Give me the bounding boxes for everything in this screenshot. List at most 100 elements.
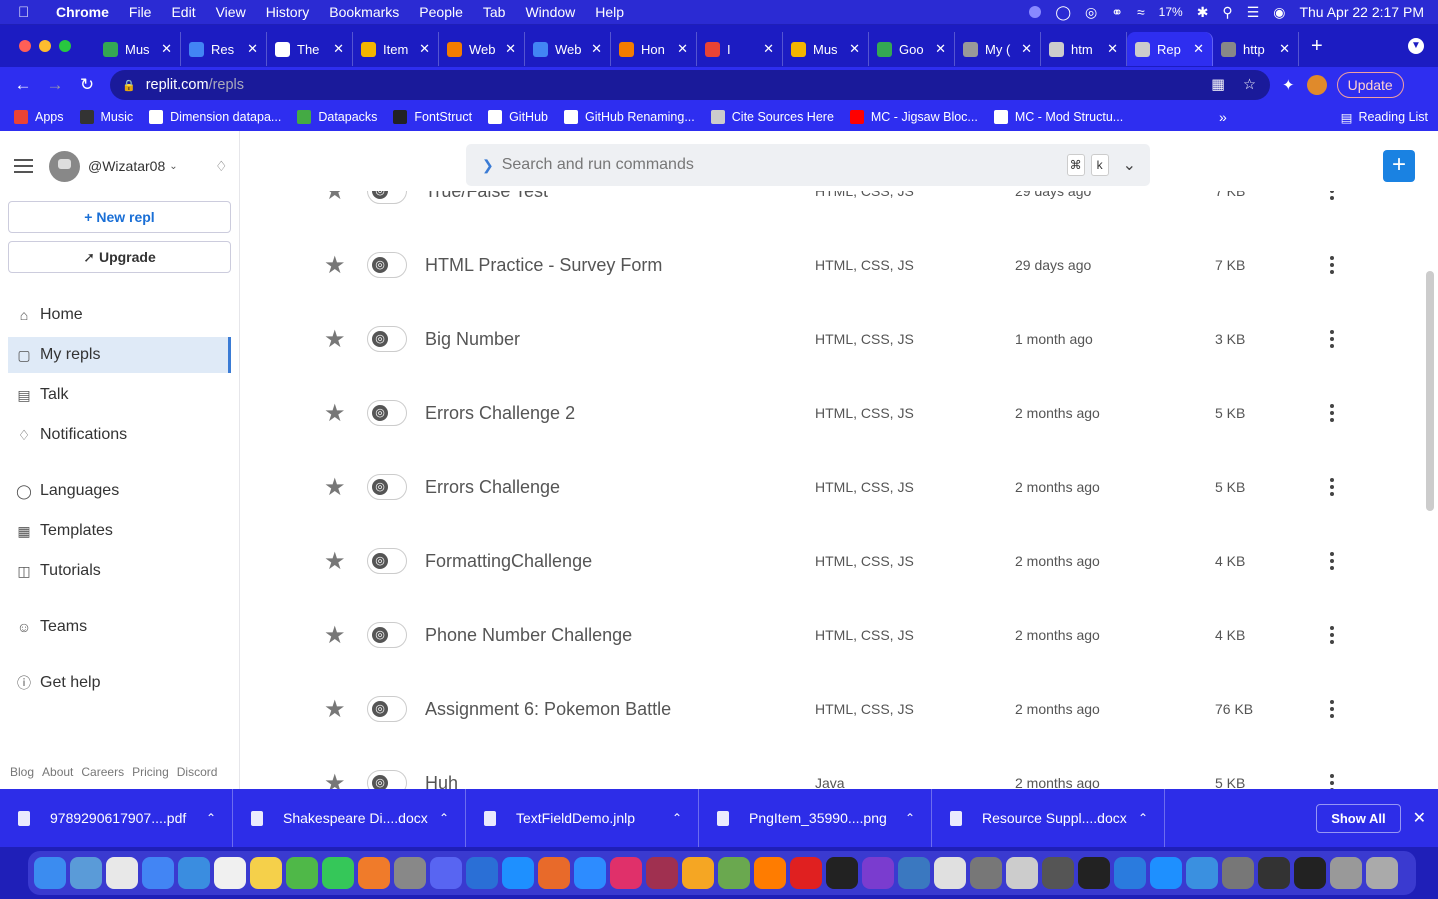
tab-9[interactable]: Goo ✕ bbox=[869, 32, 955, 66]
repl-row[interactable]: ★ ◎ True/False Test HTML, CSS, JS 29 days ag… bbox=[240, 191, 1420, 228]
sidebar-item-get-help[interactable]: ⓘ Get help bbox=[8, 665, 231, 701]
dock-app-icon[interactable] bbox=[394, 857, 426, 889]
new-repl-button[interactable]: + New repl bbox=[8, 201, 231, 233]
dock-app-icon[interactable] bbox=[106, 857, 138, 889]
dock-app-icon[interactable] bbox=[1042, 857, 1074, 889]
dock-app-icon[interactable] bbox=[538, 857, 570, 889]
repl-row[interactable]: ★ ◎ Errors Challenge HTML, CSS, JS 2 months … bbox=[240, 450, 1420, 524]
qr-code-icon[interactable]: ▦ bbox=[1211, 77, 1225, 93]
sidebar-item-tutorials[interactable]: ◫ Tutorials bbox=[8, 553, 231, 589]
privacy-toggle[interactable]: ◎ bbox=[367, 400, 407, 426]
bookmark-4[interactable]: FontStruct bbox=[393, 110, 472, 124]
repl-row[interactable]: ★ ◎ Assignment 6: Pokemon Battle HTML, CSS,… bbox=[240, 672, 1420, 746]
avatar[interactable] bbox=[49, 150, 80, 182]
dock-app-icon[interactable] bbox=[502, 857, 534, 889]
sidebar-item-home[interactable]: ⌂ Home bbox=[8, 297, 231, 333]
more-options-icon[interactable] bbox=[1330, 700, 1336, 718]
tab-13[interactable]: http ✕ bbox=[1213, 32, 1299, 66]
star-icon[interactable]: ★ bbox=[324, 191, 346, 206]
creative-cloud-icon[interactable]: ◯ bbox=[1055, 4, 1071, 21]
star-icon[interactable]: ★ bbox=[324, 251, 346, 280]
repl-name[interactable]: Assignment 6: Pokemon Battle bbox=[425, 699, 671, 720]
dock-app-icon[interactable] bbox=[34, 857, 66, 889]
reading-list-button[interactable]: ▤ Reading List bbox=[1341, 110, 1428, 125]
footer-link-pricing[interactable]: Pricing bbox=[132, 765, 169, 779]
dock-app-icon[interactable] bbox=[718, 857, 750, 889]
dock-app-icon[interactable] bbox=[1150, 857, 1182, 889]
sidebar-item-my-repls[interactable]: ▢ My repls bbox=[8, 337, 231, 373]
close-tab-icon[interactable]: ✕ bbox=[161, 41, 172, 57]
bookmark-2[interactable]: Dimension datapa... bbox=[149, 110, 281, 124]
close-tab-icon[interactable]: ✕ bbox=[1279, 41, 1290, 57]
menu-bookmarks[interactable]: Bookmarks bbox=[329, 4, 399, 20]
bookmark-7[interactable]: Cite Sources Here bbox=[710, 110, 834, 124]
dock-app-icon[interactable] bbox=[1366, 857, 1398, 889]
repl-row[interactable]: ★ ◎ HTML Practice - Survey Form HTML, CSS, … bbox=[240, 228, 1420, 302]
repl-row[interactable]: ★ ◎ FormattingChallenge HTML, CSS, JS 2 mont… bbox=[240, 524, 1420, 598]
star-icon[interactable]: ★ bbox=[324, 399, 346, 428]
bookmark-0[interactable]: Apps bbox=[14, 110, 64, 124]
download-item[interactable]: Shakespeare Di....docx ⌃ bbox=[233, 789, 466, 847]
star-icon[interactable]: ★ bbox=[324, 325, 346, 354]
username[interactable]: @Wizatar08 bbox=[88, 158, 165, 174]
reload-icon[interactable]: ↻ bbox=[78, 75, 96, 95]
menu-history[interactable]: History bbox=[266, 4, 310, 20]
dock-app-icon[interactable] bbox=[610, 857, 642, 889]
bookmark-1[interactable]: Music bbox=[79, 110, 133, 124]
more-options-icon[interactable] bbox=[1330, 626, 1336, 644]
more-bookmarks-icon[interactable]: » bbox=[1219, 109, 1227, 125]
tab-11[interactable]: htm ✕ bbox=[1041, 32, 1127, 66]
menu-tab[interactable]: Tab bbox=[483, 4, 506, 20]
menu-app-name[interactable]: Chrome bbox=[56, 4, 109, 20]
wifi-icon[interactable]: ≈ bbox=[1137, 4, 1145, 20]
address-bar[interactable]: 🔒 replit.com/repls ▦ ☆ bbox=[110, 70, 1270, 100]
privacy-toggle[interactable]: ◎ bbox=[367, 191, 407, 204]
new-tab-button[interactable]: + bbox=[1311, 35, 1323, 58]
dock-app-icon[interactable] bbox=[1006, 857, 1038, 889]
dock-app-icon[interactable] bbox=[358, 857, 390, 889]
more-options-icon[interactable] bbox=[1330, 404, 1336, 422]
tab-5[interactable]: Web ✕ bbox=[525, 32, 611, 66]
dock-app-icon[interactable] bbox=[142, 857, 174, 889]
dock-app-icon[interactable] bbox=[754, 857, 786, 889]
more-options-icon[interactable] bbox=[1330, 478, 1336, 496]
dock-app-icon[interactable] bbox=[898, 857, 930, 889]
star-icon[interactable]: ★ bbox=[324, 473, 346, 502]
chevron-up-icon[interactable]: ⌃ bbox=[672, 811, 682, 825]
close-tab-icon[interactable]: ✕ bbox=[849, 41, 860, 57]
chevron-up-icon[interactable]: ⌃ bbox=[206, 811, 216, 825]
status-dot-icon[interactable] bbox=[1029, 6, 1042, 18]
repl-name[interactable]: Phone Number Challenge bbox=[425, 625, 632, 646]
footer-link-careers[interactable]: Careers bbox=[81, 765, 124, 779]
dock-app-icon[interactable] bbox=[178, 857, 210, 889]
tab-3[interactable]: Item ✕ bbox=[353, 32, 439, 66]
tab-4[interactable]: Web ✕ bbox=[439, 32, 525, 66]
repl-row[interactable]: ★ ◎ Big Number HTML, CSS, JS 1 month ago 3 KB bbox=[240, 302, 1420, 376]
headphones-icon[interactable]: ⚭ bbox=[1111, 4, 1123, 21]
menu-file[interactable]: File bbox=[129, 4, 152, 20]
bookmark-6[interactable]: GitHub Renaming... bbox=[563, 110, 695, 124]
minimize-window-button[interactable] bbox=[39, 40, 51, 52]
page-scrollbar[interactable] bbox=[1426, 271, 1434, 511]
chevron-up-icon[interactable]: ⌃ bbox=[1138, 811, 1148, 825]
close-tab-icon[interactable]: ✕ bbox=[677, 41, 688, 57]
bookmark-9[interactable]: MC - Mod Structu... bbox=[993, 110, 1123, 124]
dock-app-icon[interactable] bbox=[682, 857, 714, 889]
chevron-down-icon[interactable]: ⌄ bbox=[169, 161, 177, 172]
zoom-window-button[interactable] bbox=[59, 40, 71, 52]
add-repl-button[interactable]: + bbox=[1383, 150, 1415, 182]
chevron-up-icon[interactable]: ⌃ bbox=[439, 811, 449, 825]
bluetooth-icon[interactable]: ✱ bbox=[1197, 4, 1209, 21]
menu-edit[interactable]: Edit bbox=[171, 4, 195, 20]
menu-people[interactable]: People bbox=[419, 4, 463, 20]
download-item[interactable]: 9789290617907....pdf ⌃ bbox=[0, 789, 233, 847]
sidebar-item-teams[interactable]: ☺ Teams bbox=[8, 609, 231, 645]
upgrade-button[interactable]: ➚ Upgrade bbox=[8, 241, 231, 273]
back-icon[interactable]: ← bbox=[14, 75, 32, 95]
tab-8[interactable]: Mus ✕ bbox=[783, 32, 869, 66]
close-tab-icon[interactable]: ✕ bbox=[763, 41, 774, 57]
dock-app-icon[interactable] bbox=[1294, 857, 1326, 889]
dock-app-icon[interactable] bbox=[322, 857, 354, 889]
close-tab-icon[interactable]: ✕ bbox=[1107, 41, 1118, 57]
bookmark-3[interactable]: Datapacks bbox=[297, 110, 377, 124]
